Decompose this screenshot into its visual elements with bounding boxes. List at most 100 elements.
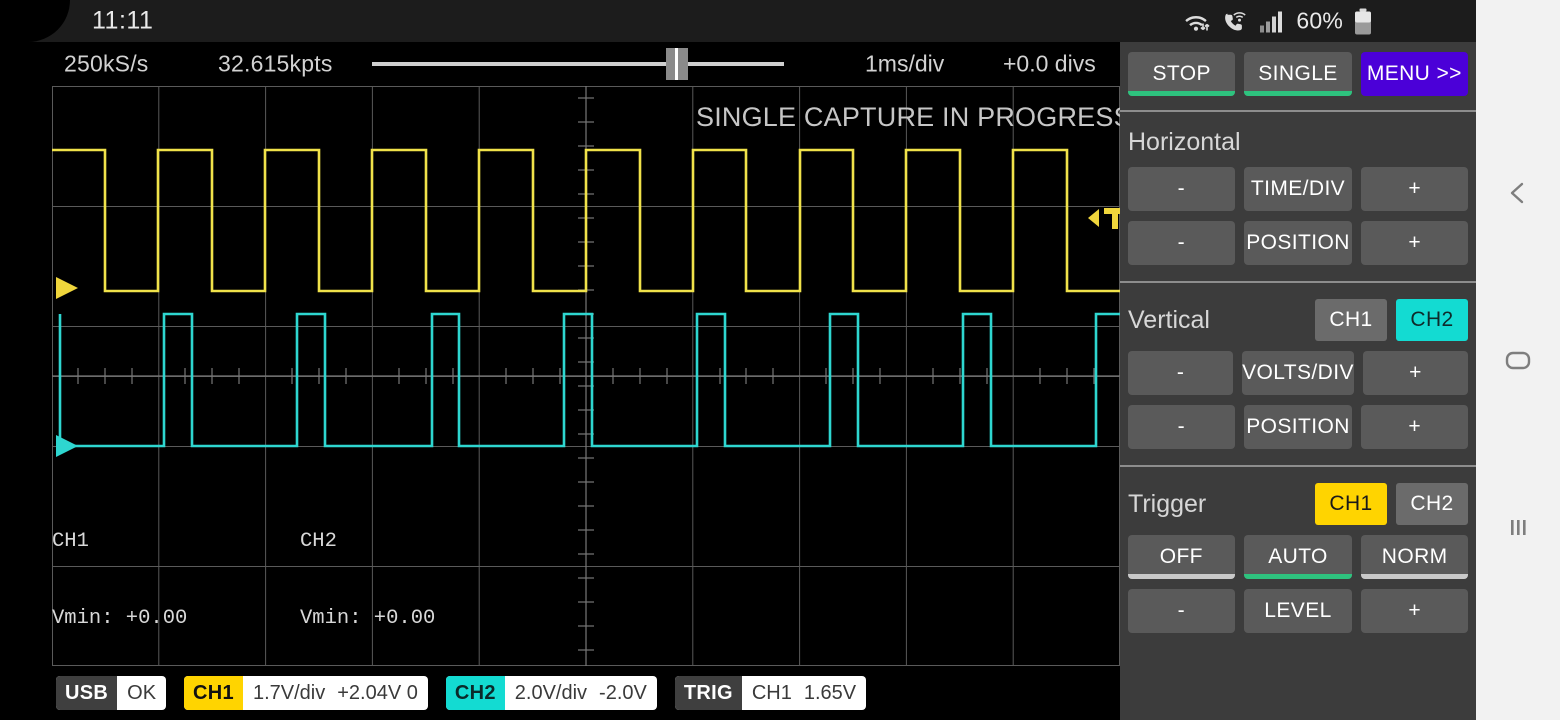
stop-button[interactable]: STOP: [1128, 52, 1236, 96]
recents-icon: [1511, 519, 1526, 535]
v-position-plus-button[interactable]: +: [1361, 405, 1468, 449]
ch1-volts-div-value: 1.7V/div: [252, 681, 326, 704]
v-position-minus-button[interactable]: -: [1128, 405, 1235, 449]
status-clock: 11:11: [92, 6, 154, 35]
panel-divider-2: [1120, 281, 1476, 283]
vertical-position-row: - POSITION +: [1120, 405, 1476, 449]
ch1-status-pill[interactable]: CH1 1.7V/div +2.04V 0: [184, 676, 428, 710]
trigger-status-pill[interactable]: TRIG CH1 1.65V: [674, 676, 867, 710]
panel-divider-3: [1120, 465, 1476, 467]
trigger-off-button[interactable]: OFF: [1128, 535, 1235, 579]
horizontal-offset-label: +0.0 divs: [1003, 50, 1096, 77]
vertical-ch1-button[interactable]: CH1: [1315, 299, 1387, 341]
recents-button[interactable]: [1488, 497, 1548, 557]
ch2-position-marker[interactable]: [56, 435, 78, 457]
vertical-ch2-button[interactable]: CH2: [1396, 299, 1468, 341]
status-icons: 60%: [1183, 8, 1372, 35]
capture-status-message: SINGLE CAPTURE IN PROGRESS...: [696, 102, 1120, 132]
ch1-offset-value: +2.04V 0: [337, 681, 418, 704]
trigger-auto-active-underline: [1243, 574, 1353, 579]
h-position-plus-button[interactable]: +: [1361, 221, 1468, 265]
vertical-section-header: Vertical CH1 CH2: [1120, 299, 1476, 341]
android-nav-rail: [1476, 0, 1560, 720]
trigger-level-button[interactable]: LEVEL: [1243, 589, 1353, 633]
ch2-badge: CH2: [445, 676, 505, 710]
voltsdiv-plus-button[interactable]: +: [1362, 351, 1468, 395]
time-per-div-label: 1ms/div: [865, 50, 945, 77]
trigger-section-header: Trigger CH1 CH2: [1120, 483, 1476, 525]
trigger-level-row: - LEVEL +: [1120, 589, 1476, 633]
trigger-mode-row: OFF AUTO NORM: [1120, 535, 1476, 579]
trigger-section-title: Trigger: [1128, 489, 1207, 518]
timediv-plus-button[interactable]: +: [1361, 167, 1468, 211]
trigger-ch2-label: CH2: [1410, 492, 1454, 515]
ch1-measure-title: CH1: [52, 530, 89, 553]
h-position-button[interactable]: POSITION: [1243, 221, 1353, 265]
trigger-level-plus-button[interactable]: +: [1361, 589, 1468, 633]
graticule-waveform-area[interactable]: SINGLE CAPTURE IN PROGRESS... CH1 Vmin: …: [52, 86, 1120, 666]
v-position-button[interactable]: POSITION: [1243, 405, 1353, 449]
ch1-waveform-trace: [52, 148, 1120, 293]
trigger-norm-underline: [1361, 574, 1468, 579]
timediv-plus-label: +: [1408, 177, 1422, 200]
trigger-auto-button[interactable]: AUTO: [1243, 535, 1353, 579]
trigger-auto-label: AUTO: [1268, 545, 1328, 568]
voltsdiv-minus-button[interactable]: -: [1128, 351, 1234, 395]
ch2-volts-div-value: 2.0V/div: [514, 681, 588, 704]
ch2-measurements: CH2 Vmin: +0.00 Vmax: +3.30 Vpp : +3.30 …: [300, 478, 460, 666]
h-position-label: POSITION: [1246, 231, 1350, 254]
vertical-section: Vertical CH1 CH2 - VOLTS/DIV + - POSITIO…: [1120, 299, 1476, 467]
signal-bars-icon: [1259, 10, 1285, 32]
usb-status-value: OK: [127, 681, 157, 704]
usb-status-pill[interactable]: USB OK: [56, 676, 167, 710]
vertical-section-title: Vertical: [1128, 305, 1210, 334]
wifi-calling-icon: [1222, 9, 1248, 33]
ch1-position-marker[interactable]: [56, 277, 78, 299]
horizontal-section: Horizontal - TIME/DIV + - POSITION +: [1120, 128, 1476, 283]
home-button[interactable]: [1488, 330, 1548, 390]
timediv-minus-label: -: [1177, 177, 1186, 200]
wifi-data-icon: [1183, 9, 1211, 33]
timediv-button[interactable]: TIME/DIV: [1243, 167, 1353, 211]
trigger-level-label: LEVEL: [1264, 599, 1332, 622]
run-control-row: STOP SINGLE MENU >>: [1120, 52, 1476, 96]
h-position-minus-label: -: [1177, 231, 1186, 254]
h-position-minus-button[interactable]: -: [1128, 221, 1235, 265]
timediv-minus-button[interactable]: -: [1128, 167, 1235, 211]
ch2-status-pill[interactable]: CH2 2.0V/div -2.0V: [445, 676, 657, 710]
slider-knob[interactable]: [665, 48, 688, 80]
ch1-measurements: CH1 Vmin: +0.00 Vmax: +3.30 Vpp : +3.30 …: [52, 478, 212, 666]
sample-rate-label: 250kS/s: [64, 50, 149, 77]
horizontal-position-slider[interactable]: [372, 48, 784, 80]
back-button[interactable]: [1488, 163, 1548, 223]
v-position-plus-label: +: [1408, 415, 1422, 438]
battery-icon: [1354, 8, 1372, 34]
ch2-measure-title: CH2: [300, 530, 337, 553]
vertical-ch2-label: CH2: [1410, 308, 1454, 331]
h-position-plus-label: +: [1408, 231, 1422, 254]
horizontal-position-row: - POSITION +: [1120, 221, 1476, 265]
trigger-ch1-button[interactable]: CH1: [1315, 483, 1387, 525]
scope-header: 250kS/s 32.615kpts 1ms/div +0.0 divs: [0, 42, 1120, 86]
trigger-ch2-button[interactable]: CH2: [1396, 483, 1468, 525]
stop-button-label: STOP: [1152, 62, 1211, 85]
horizontal-section-title: Horizontal: [1128, 128, 1241, 156]
single-button-label: SINGLE: [1258, 62, 1338, 85]
voltsdiv-label: VOLTS/DIV: [1242, 361, 1354, 384]
trigger-level-minus-button[interactable]: -: [1128, 589, 1235, 633]
waveform-plot: [52, 86, 1120, 666]
single-active-underline: [1244, 91, 1352, 96]
timediv-label: TIME/DIV: [1250, 177, 1346, 200]
trigger-norm-button[interactable]: NORM: [1361, 535, 1468, 579]
home-icon: [1505, 351, 1531, 370]
camera-notch: [0, 0, 70, 42]
oscilloscope-screen: 250kS/s 32.615kpts 1ms/div +0.0 divs SIN…: [0, 42, 1120, 720]
trigger-level-marker[interactable]: [1104, 208, 1120, 229]
menu-button[interactable]: MENU >>: [1360, 52, 1468, 96]
voltsdiv-button[interactable]: VOLTS/DIV: [1242, 351, 1354, 395]
trigger-level-minus-label: -: [1177, 599, 1186, 622]
single-button[interactable]: SINGLE: [1244, 52, 1352, 96]
